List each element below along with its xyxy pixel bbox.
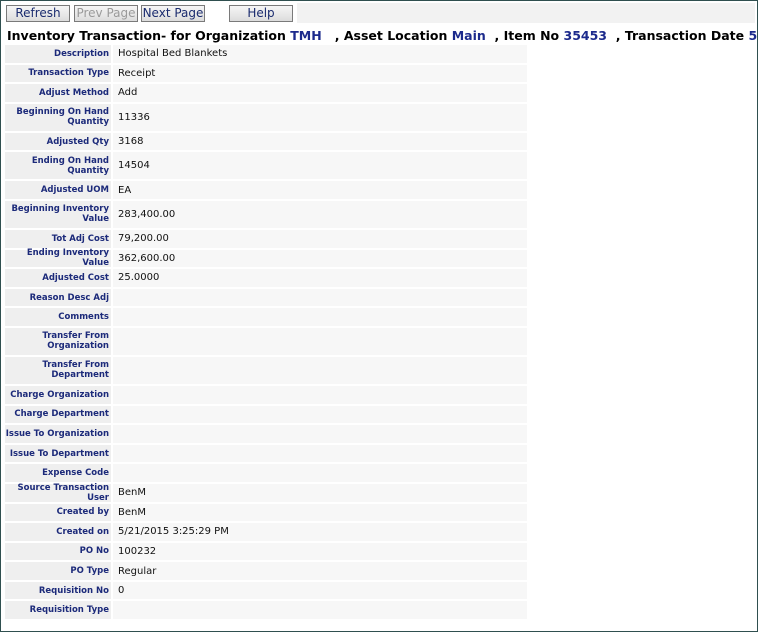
field-value: BenM	[113, 503, 527, 522]
help-button[interactable]: Help	[229, 5, 293, 22]
field-value: BenM	[113, 483, 527, 502]
field-row-ending-inventory-value: Ending Inventory Value 362,600.00	[5, 248, 527, 268]
field-row-po-no: PO No 100232	[5, 542, 527, 561]
toolbar-background	[297, 3, 755, 23]
field-label: Adjusted Qty	[5, 132, 111, 151]
field-label: Transfer From Department	[5, 356, 111, 384]
field-row-description: Description Hospital Bed Blankets	[5, 45, 527, 63]
field-value	[113, 327, 527, 355]
window-frame: Refresh Prev Page Next Page Help Invento…	[0, 0, 758, 632]
field-label: Charge Department	[5, 405, 111, 424]
organization-value: TMH	[290, 28, 322, 43]
field-value: 14504	[113, 152, 527, 180]
field-label: PO No	[5, 542, 111, 561]
field-label: Transaction Type	[5, 64, 111, 83]
field-row-reason-desc-adj: Reason Desc Adj	[5, 288, 527, 307]
field-label: Reason Desc Adj	[5, 288, 111, 307]
field-value: Regular	[113, 562, 527, 580]
field-row-issue-to-department: Issue To Department	[5, 444, 527, 463]
field-label: Requisition Type	[5, 601, 111, 620]
field-row-adjust-method: Adjust Method Add	[5, 84, 527, 102]
field-row-transfer-from-department: Transfer From Department	[5, 356, 527, 384]
prev-page-button[interactable]: Prev Page	[74, 5, 138, 22]
field-label: Beginning On Hand Quantity	[5, 103, 111, 131]
field-label: Tot Adj Cost	[5, 229, 111, 248]
toolbar: Refresh Prev Page Next Page Help	[1, 1, 757, 25]
field-value: 3168	[113, 132, 527, 151]
field-row-requisition-no: Requisition No 0	[5, 581, 527, 600]
field-row-beginning-inventory-value: Beginning Inventory Value 283,400.00	[5, 200, 527, 228]
field-row-charge-organization: Charge Organization	[5, 385, 527, 404]
field-value: 5/21/2015 3:25:29 PM	[113, 523, 527, 541]
field-label: Created on	[5, 523, 111, 541]
field-row-po-type: PO Type Regular	[5, 562, 527, 580]
field-label: Beginning Inventory Value	[5, 200, 111, 228]
field-row-adjusted-uom: Adjusted UOM EA	[5, 181, 527, 199]
field-label: Requisition No	[5, 581, 111, 600]
field-label: Adjusted UOM	[5, 181, 111, 199]
refresh-button[interactable]: Refresh	[6, 5, 70, 22]
field-value	[113, 385, 527, 404]
field-row-issue-to-organization: Issue To Organization	[5, 425, 527, 443]
field-row-created-by: Created by BenM	[5, 503, 527, 522]
item-label: , Item No	[494, 28, 560, 43]
field-label: Ending On Hand Quantity	[5, 152, 111, 180]
field-label: Ending Inventory Value	[5, 248, 111, 268]
field-value	[113, 288, 527, 307]
location-value: Main	[451, 28, 486, 43]
item-no-value: 35453	[563, 28, 608, 43]
field-value: 362,600.00	[113, 249, 527, 268]
field-value: 11336	[113, 103, 527, 131]
field-row-adjusted-qty: Adjusted Qty 3168	[5, 132, 527, 151]
field-label: Transfer From Organization	[5, 327, 111, 355]
field-label: Issue To Department	[5, 444, 111, 463]
field-value: EA	[113, 181, 527, 199]
field-label: Source Transaction User	[5, 483, 111, 503]
field-label: Expense Code	[5, 464, 111, 482]
title-prefix: Inventory Transaction- for Organization	[7, 28, 286, 43]
field-row-created-on: Created on 5/21/2015 3:25:29 PM	[5, 523, 527, 541]
field-row-source-transaction-user: Source Transaction User BenM	[5, 483, 527, 503]
field-label: PO Type	[5, 562, 111, 580]
field-value: 25.0000	[113, 269, 527, 287]
field-row-charge-department: Charge Department	[5, 405, 527, 424]
field-row-ending-on-hand-quantity: Ending On Hand Quantity 14504	[5, 152, 527, 180]
field-label: Comments	[5, 308, 111, 326]
detail-grid: Description Hospital Bed Blankets Transac…	[5, 45, 527, 621]
field-value	[113, 464, 527, 482]
field-value: Hospital Bed Blankets	[113, 45, 527, 63]
field-value: 100232	[113, 542, 527, 561]
field-value	[113, 444, 527, 463]
field-row-beginning-on-hand-quantity: Beginning On Hand Quantity 11336	[5, 103, 527, 131]
field-label: Description	[5, 45, 111, 63]
field-value: 79,200.00	[113, 229, 527, 248]
field-row-transfer-from-organization: Transfer From Organization	[5, 327, 527, 355]
transaction-date-value: 5/21/2015 3:25:	[748, 28, 758, 43]
location-label: , Asset Location	[334, 28, 448, 43]
field-label: Charge Organization	[5, 385, 111, 404]
field-row-comments: Comments	[5, 308, 527, 326]
field-value: 283,400.00	[113, 200, 527, 228]
field-row-tot-adj-cost: Tot Adj Cost 79,200.00	[5, 229, 527, 248]
field-value: Add	[113, 84, 527, 102]
next-page-button[interactable]: Next Page	[141, 5, 205, 22]
field-value	[113, 601, 527, 620]
field-label: Adjusted Cost	[5, 269, 111, 287]
field-value	[113, 425, 527, 443]
field-label: Adjust Method	[5, 84, 111, 102]
field-value: 0	[113, 581, 527, 600]
field-row-transaction-type: Transaction Type Receipt	[5, 64, 527, 83]
date-label: , Transaction Date	[615, 28, 745, 43]
field-value: Receipt	[113, 64, 527, 83]
field-value	[113, 405, 527, 424]
field-label: Issue To Organization	[5, 425, 111, 443]
field-row-expense-code: Expense Code	[5, 464, 527, 482]
field-row-requisition-type: Requisition Type	[5, 601, 527, 620]
field-value	[113, 356, 527, 384]
page-title: Inventory Transaction- for Organization …	[7, 28, 758, 43]
field-row-adjusted-cost: Adjusted Cost 25.0000	[5, 269, 527, 287]
field-value	[113, 308, 527, 326]
field-label: Created by	[5, 503, 111, 522]
